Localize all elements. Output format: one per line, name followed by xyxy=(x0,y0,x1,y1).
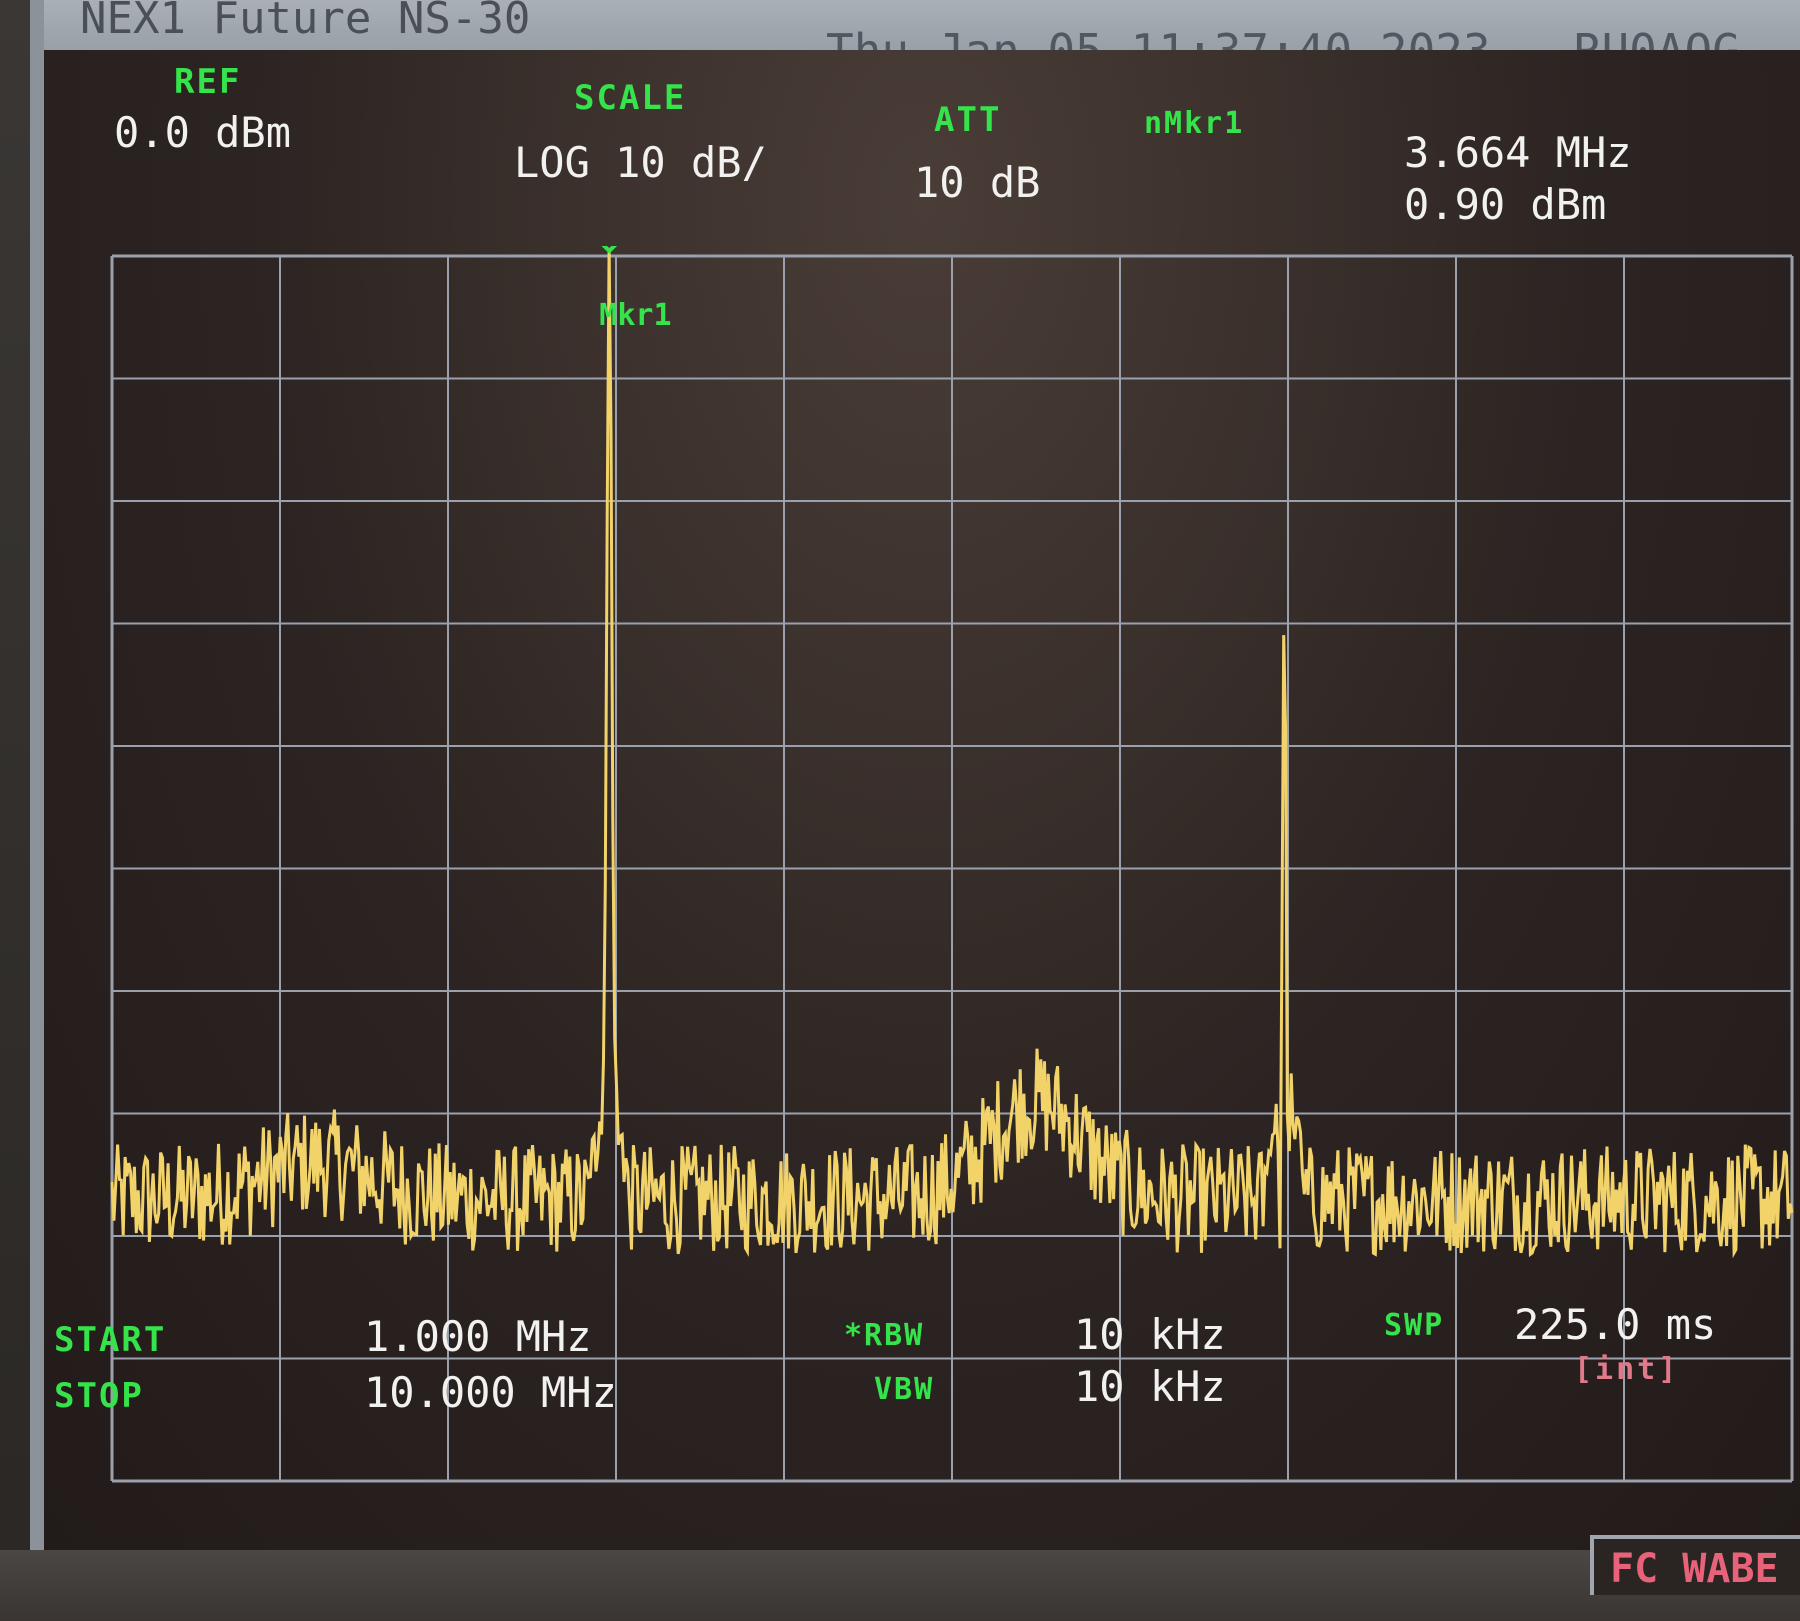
start-frequency[interactable]: 1.000 MHz xyxy=(364,1312,592,1361)
start-label: START xyxy=(54,1320,167,1360)
bottom-bezel xyxy=(0,1550,1800,1621)
marker-label: nMkr1 xyxy=(1144,106,1245,141)
sweep-label: SWP xyxy=(1384,1308,1445,1343)
rbw-value[interactable]: 10 kHz xyxy=(1074,1310,1226,1359)
vbw-value[interactable]: 10 kHz xyxy=(1074,1362,1226,1411)
stop-frequency[interactable]: 10.000 MHz xyxy=(364,1368,617,1417)
graticule xyxy=(110,254,1794,1483)
ref-label: REF xyxy=(174,62,242,102)
rbw-label: *RBW xyxy=(844,1318,925,1353)
device-title: NEX1 Future NS-30 xyxy=(80,0,531,44)
att-value[interactable]: 10 dB xyxy=(914,158,1040,207)
fc-wabe-indicator: FC WABE xyxy=(1590,1535,1800,1595)
sweep-mode: [int] xyxy=(1574,1352,1680,1387)
title-bar: NEX1 Future NS-30 Thu Jan 05 11:37:40 20… xyxy=(44,0,1800,76)
spectrum-display: REF 0.0 dBm SCALE LOG 10 dB/ ATT 10 dB n… xyxy=(44,50,1800,1550)
scale-label: SCALE xyxy=(574,78,687,118)
sweep-time[interactable]: 225.0 ms xyxy=(1514,1300,1716,1349)
marker-tag: Mkr1 xyxy=(599,298,671,333)
vbw-label: VBW xyxy=(874,1372,935,1407)
marker-frequency[interactable]: 3.664 MHz xyxy=(1404,128,1632,177)
scale-value[interactable]: LOG 10 dB/ xyxy=(514,138,767,187)
marker-level: 0.90 dBm xyxy=(1404,180,1607,229)
marker-1[interactable]: Mkr1 xyxy=(593,246,672,333)
att-label: ATT xyxy=(934,100,1002,140)
stop-label: STOP xyxy=(54,1376,144,1416)
ref-value[interactable]: 0.0 dBm xyxy=(114,108,291,157)
marker-diamond[interactable] xyxy=(593,246,625,254)
